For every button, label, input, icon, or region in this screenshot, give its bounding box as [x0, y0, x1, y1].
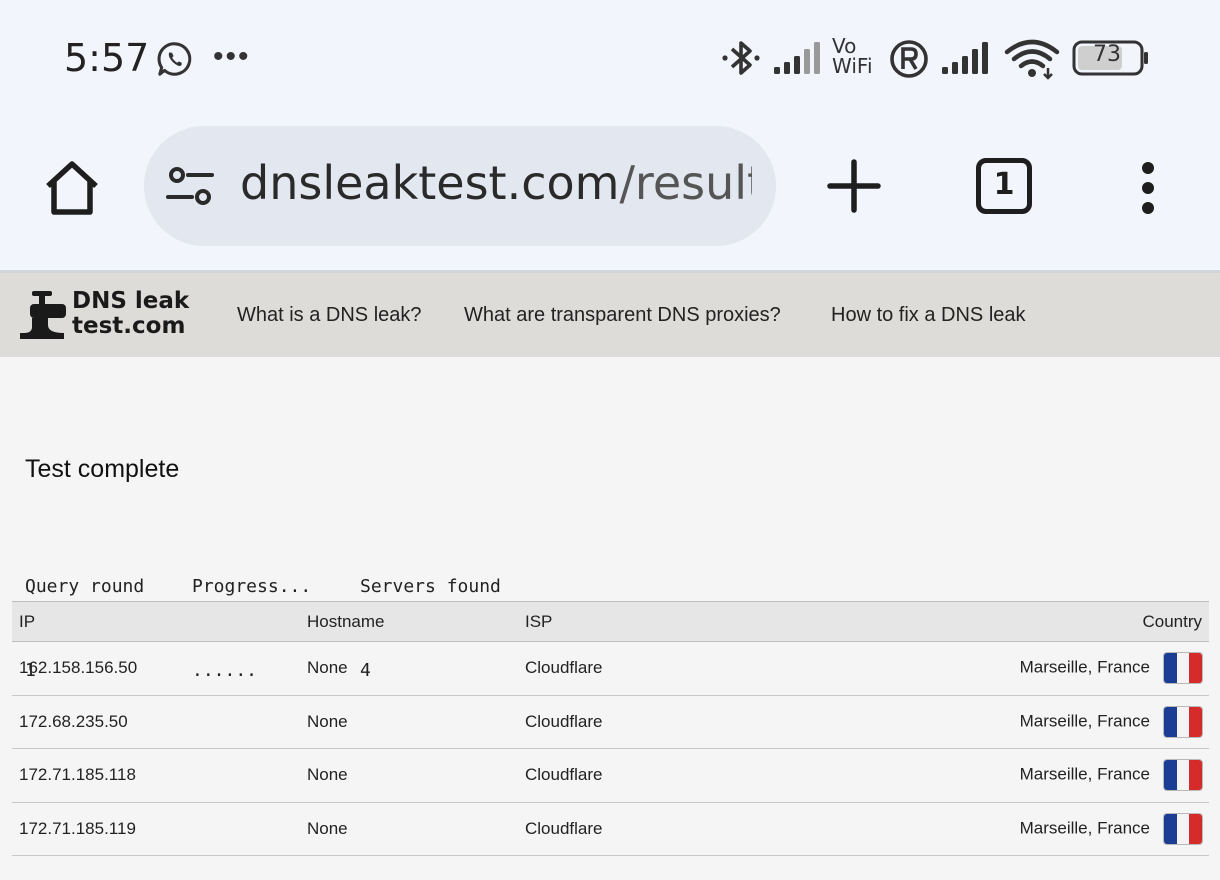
url-path: /results [619, 156, 752, 210]
whatsapp-icon [157, 42, 192, 76]
vowifi-line2: WiFi [832, 54, 873, 78]
signal-icon-2 [942, 42, 988, 74]
france-flag-icon [1164, 760, 1202, 791]
site-logo[interactable]: DNS leak test.com [72, 289, 189, 339]
table-row: 172.71.185.118 None Cloudflare Marseille, F… [12, 748, 1209, 803]
header-hostname: Hostname [300, 601, 518, 642]
country-text: Marseille, France [1019, 764, 1150, 784]
cell-isp: Cloudflare [518, 641, 818, 696]
country-text: Marseille, France [1019, 711, 1150, 731]
cell-hostname: None [300, 695, 518, 749]
results-table: IP Hostname ISP Country 162.158.156.50 No… [12, 601, 1209, 856]
cell-hostname: None [300, 802, 518, 856]
table-header-row: IP Hostname ISP Country [12, 601, 1209, 642]
tab-switcher-button[interactable]: 1 [976, 158, 1032, 214]
header-isp: ISP [518, 601, 818, 642]
site-nav: DNS leak test.com What is a DNS leak? Wh… [0, 270, 1220, 357]
new-tab-icon[interactable] [826, 158, 882, 214]
more-dots-icon: ••• [213, 40, 251, 73]
site-settings-icon[interactable] [166, 164, 214, 208]
logo-line1: DNS leak [72, 288, 190, 314]
signal-icon [774, 42, 820, 74]
country-text: Marseille, France [1019, 818, 1150, 838]
url-bar[interactable]: dnsleaktest.com/results [144, 126, 776, 246]
cell-country: Marseille, France [818, 802, 1209, 856]
cell-isp: Cloudflare [518, 695, 818, 749]
cell-ip: 162.158.156.50 [12, 641, 300, 696]
url-domain: dnsleaktest.com [240, 156, 620, 210]
bluetooth-icon [722, 41, 760, 75]
header-ip: IP [12, 601, 300, 642]
vowifi-icon: Vo WiFi [832, 36, 880, 76]
status-time: 5:57 [64, 36, 150, 80]
nav-link-how-to-fix[interactable]: How to fix a DNS leak [831, 304, 1026, 327]
cell-hostname: None [300, 641, 518, 696]
nav-link-transparent-proxies[interactable]: What are transparent DNS proxies? [464, 304, 781, 327]
url-text[interactable]: dnsleaktest.com/results [240, 156, 752, 210]
stat-label: Progress... [192, 576, 312, 597]
home-icon[interactable] [40, 156, 104, 220]
vowifi-line1: Vo [832, 34, 857, 58]
battery-level: 73 [1093, 42, 1121, 67]
browser-toolbar: dnsleaktest.com/results 1 [0, 118, 1220, 270]
france-flag-icon [1164, 653, 1202, 684]
cell-ip: 172.71.185.118 [12, 748, 300, 803]
france-flag-icon [1164, 706, 1202, 737]
wifi-icon [1004, 39, 1060, 80]
table-row: 172.71.185.119 None Cloudflare Marseille, F… [12, 802, 1209, 856]
cell-country: Marseille, France [818, 748, 1209, 803]
cell-country: Marseille, France [818, 641, 1209, 696]
cell-isp: Cloudflare [518, 748, 818, 803]
cell-ip: 172.68.235.50 [12, 695, 300, 749]
france-flag-icon [1164, 813, 1202, 844]
stat-label: Servers found [360, 576, 501, 597]
results-body: 162.158.156.50 None Cloudflare Marseille, F… [12, 641, 1209, 856]
roaming-icon [890, 40, 928, 78]
table-row: 172.68.235.50 None Cloudflare Marseille, Fr… [12, 695, 1209, 749]
cell-country: Marseille, France [818, 695, 1209, 749]
cell-ip: 172.71.185.119 [12, 802, 300, 856]
page-title: Test complete [25, 455, 180, 483]
stat-label: Query round [25, 576, 145, 597]
nav-link-what-is-dns-leak[interactable]: What is a DNS leak? [237, 304, 422, 327]
header-country: Country [818, 601, 1209, 642]
country-text: Marseille, France [1019, 657, 1150, 677]
cell-isp: Cloudflare [518, 802, 818, 856]
logo-line2: test.com [72, 313, 186, 339]
status-bar: 5:57 ••• Vo WiFi 73 [0, 0, 1220, 118]
faucet-logo-icon[interactable] [18, 289, 66, 341]
table-row: 162.158.156.50 None Cloudflare Marseille, F… [12, 641, 1209, 696]
cell-hostname: None [300, 748, 518, 803]
menu-icon[interactable] [1136, 160, 1160, 216]
